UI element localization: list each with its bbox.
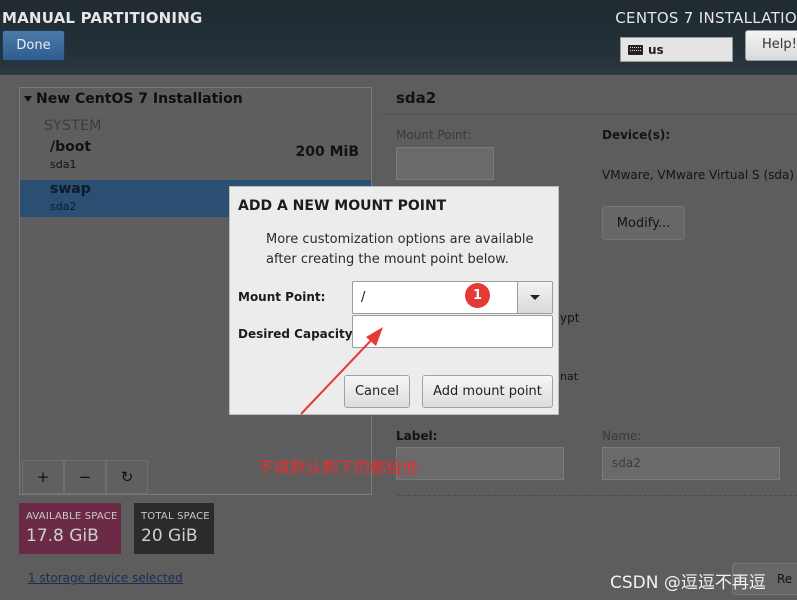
annotation-arrow-line [300,332,379,415]
watermark: CSDN @逗逗不再逗 [610,573,766,593]
annotation-arrow [300,327,383,415]
annotation-badge: 1 [465,283,490,308]
annotation-note: 不填默认剩下的都给他 [258,458,419,477]
